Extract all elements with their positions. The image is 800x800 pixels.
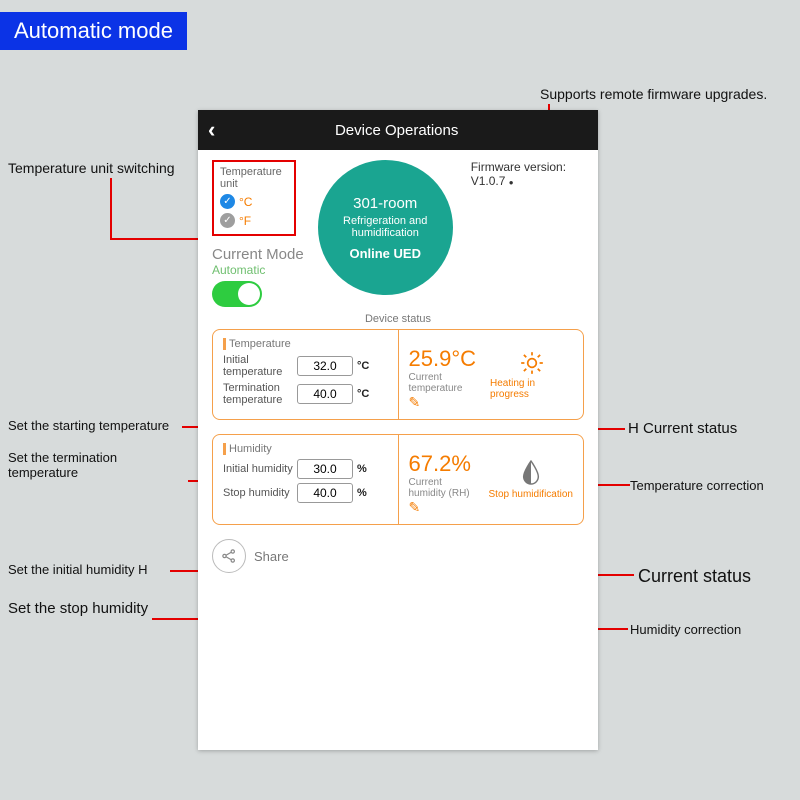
humidity-card: Humidity Initial humidity % Stop humidit… — [212, 434, 584, 525]
device-online-status: Online UED — [349, 246, 421, 261]
current-temperature-label: Current temperature — [409, 372, 477, 394]
device-desc: Refrigeration and humidification — [318, 215, 453, 239]
sun-icon — [519, 350, 545, 376]
temp-unit-2: °C — [357, 388, 369, 400]
share-label: Share — [254, 549, 289, 564]
hum-stop-input[interactable] — [297, 483, 353, 503]
ann-stop-hum: Set the stop humidity — [8, 600, 148, 617]
humidity-status: Stop humidification — [489, 459, 574, 500]
firmware-block: Firmware version: V1.0.7 ● — [471, 160, 566, 188]
hum-initial-label: Initial humidity — [223, 463, 293, 475]
ann-humidity-correction: Humidity correction — [630, 622, 741, 637]
current-humidity-label: Current humidity (RH) — [409, 477, 475, 499]
ann-term-temp: Set the termination temperature — [8, 450, 168, 480]
device-room: 301-room — [353, 195, 417, 212]
humidity-status-label: Stop humidification — [489, 489, 574, 500]
panel-title: Device Operations — [205, 122, 588, 139]
unit-celsius-option[interactable]: ✓ °C — [220, 194, 288, 209]
unit-fahrenheit-label: °F — [239, 214, 251, 228]
unit-fahrenheit-option[interactable]: ✓ °F — [220, 213, 288, 228]
device-panel: ‹ Device Operations Temperature unit ✓ °… — [198, 110, 598, 750]
temp-initial-label: Initial temperature — [223, 354, 293, 378]
firmware-label: Firmware version: — [471, 160, 566, 174]
hum-stop-label: Stop humidity — [223, 487, 293, 499]
firmware-value: V1.0.7 — [471, 174, 506, 188]
temp-section-title: Temperature — [223, 338, 388, 350]
mode-toggle[interactable] — [212, 281, 262, 307]
ann-h-current-status: H Current status — [628, 420, 737, 437]
current-humidity-value: 67.2% — [409, 451, 475, 477]
temp-initial-input[interactable] — [297, 356, 353, 376]
unit-celsius-label: °C — [239, 195, 252, 209]
edit-hum-icon[interactable]: ✎ — [409, 499, 421, 515]
device-status-header: Device status — [212, 313, 584, 325]
hum-section-title: Humidity — [223, 443, 388, 455]
ann-init-hum: Set the initial humidity H — [8, 562, 147, 577]
share-icon — [212, 539, 246, 573]
ann-temp-unit-switch: Temperature unit switching — [8, 160, 175, 176]
temperature-card: Temperature Initial temperature °C Termi… — [212, 329, 584, 420]
temperature-unit-box: Temperature unit ✓ °C ✓ °F — [212, 160, 296, 236]
panel-header: ‹ Device Operations — [198, 110, 598, 150]
hum-unit-1: % — [357, 463, 367, 475]
ann-start-temp: Set the starting temperature — [8, 418, 169, 433]
drop-icon — [520, 459, 542, 487]
ann-current-status: Current status — [638, 566, 751, 587]
current-mode-value: Automatic — [212, 263, 265, 277]
ann-temp-correction: Temperature correction — [630, 478, 764, 493]
hum-initial-input[interactable] — [297, 459, 353, 479]
temp-unit-1: °C — [357, 360, 369, 372]
current-mode-block: Current Mode Automatic — [212, 246, 304, 307]
device-badge: 301-room Refrigeration and humidificatio… — [318, 160, 453, 295]
current-temperature-value: 25.9°C — [409, 346, 477, 372]
temp-term-input[interactable] — [297, 384, 353, 404]
temp-term-label: Termination temperature — [223, 382, 293, 406]
ann-remote-fw: Supports remote firmware upgrades. — [540, 86, 767, 102]
heating-status-label: Heating in progress — [490, 378, 573, 400]
hum-unit-2: % — [357, 487, 367, 499]
mode-banner: Automatic mode — [0, 12, 187, 50]
unit-box-label: Temperature unit — [220, 166, 288, 190]
edit-temp-icon[interactable]: ✎ — [409, 394, 421, 410]
check-icon: ✓ — [220, 194, 235, 209]
check-icon: ✓ — [220, 213, 235, 228]
heating-status: Heating in progress — [490, 350, 573, 400]
share-row[interactable]: Share — [212, 539, 584, 573]
current-mode-label: Current Mode — [212, 246, 304, 263]
